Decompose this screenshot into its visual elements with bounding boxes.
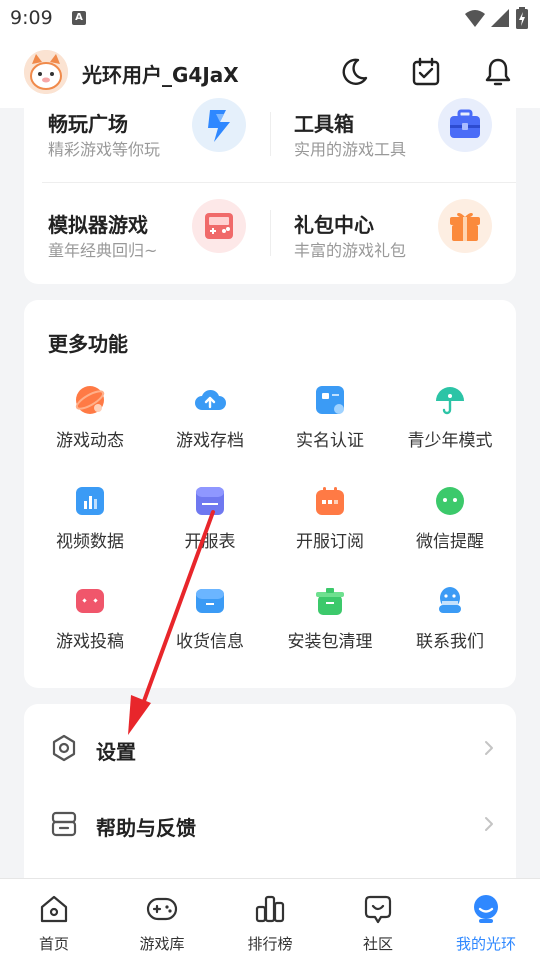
help-icon: [51, 811, 77, 837]
feature-label: 青少年模式: [407, 431, 493, 451]
feature-label: 开服表: [184, 532, 236, 552]
moon-icon[interactable]: [338, 56, 370, 88]
feature-teen-mode[interactable]: 青少年模式: [390, 384, 510, 464]
chevron-right-icon: [485, 817, 493, 831]
feature-label: 游戏投稿: [56, 632, 124, 652]
gamepad-icon: [76, 589, 104, 613]
help-feedback-row[interactable]: 帮助与反馈: [24, 786, 516, 862]
tab-label: 我的光环: [455, 935, 516, 953]
feature-label: 收货信息: [176, 632, 244, 652]
community-icon: [364, 895, 392, 924]
feature-label: 视频数据: [56, 532, 124, 552]
settings-label: 设置: [96, 740, 136, 764]
tool-gift-center[interactable]: 礼包中心 丰富的游戏礼包: [294, 199, 514, 289]
feature-label: 游戏动态: [56, 431, 124, 451]
schedule-icon: [196, 487, 224, 515]
umbrella-icon: [436, 387, 464, 415]
tool-title: 工具箱: [294, 112, 354, 136]
tab-label: 社区: [362, 935, 393, 953]
gamepad-outline-icon: [146, 897, 178, 921]
username[interactable]: 光环用户_G4JaX: [82, 59, 239, 88]
bar-chart-icon: [76, 487, 104, 515]
lightning-icon: [192, 98, 246, 152]
gift-icon: [438, 199, 492, 253]
signal-icon: [491, 9, 509, 27]
divider: [270, 112, 271, 156]
tool-title: 模拟器游戏: [48, 213, 148, 237]
notification-a-icon: A: [72, 11, 86, 25]
tab-home[interactable]: 首页: [0, 879, 108, 960]
feature-wechat-reminder[interactable]: 微信提醒: [390, 485, 510, 565]
feature-label: 安装包清理: [287, 632, 373, 652]
tab-community[interactable]: 社区: [324, 879, 432, 960]
feature-label: 开服订阅: [296, 532, 364, 552]
bottom-tab-bar: 首页 游戏库 排行榜 社区 我的光环: [0, 878, 540, 960]
tool-subtitle: 丰富的游戏礼包: [294, 241, 407, 260]
tool-play-square[interactable]: 畅玩广场 精彩游戏等你玩: [48, 98, 268, 188]
feature-game-news[interactable]: 游戏动态: [30, 384, 150, 464]
gameboy-icon: [192, 199, 246, 253]
feature-label: 微信提醒: [416, 532, 484, 552]
feature-shipping-info[interactable]: 收货信息: [150, 585, 270, 665]
feature-game-submission[interactable]: 游戏投稿: [30, 585, 150, 665]
feature-game-saves[interactable]: 游戏存档: [150, 384, 270, 464]
feature-server-subscribe[interactable]: 开服订阅: [270, 485, 390, 565]
divider: [42, 182, 516, 183]
cloud-upload-icon: [195, 389, 226, 410]
feature-package-cleanup[interactable]: 安装包清理: [270, 585, 390, 665]
cat-avatar-icon: [24, 50, 68, 94]
status-time: 9:09: [10, 7, 53, 29]
more-features-card: 更多功能 游戏动态 游戏存档 实名认证 青少年模式 视频数据 开服表 开服订阅 …: [24, 300, 516, 688]
tab-my-halo[interactable]: 我的光环: [432, 879, 540, 960]
tool-subtitle: 实用的游戏工具: [294, 140, 407, 159]
calendar-check-icon[interactable]: [410, 56, 442, 88]
feature-video-data[interactable]: 视频数据: [30, 485, 150, 565]
tool-emulator-games[interactable]: 模拟器游戏 童年经典回归~: [48, 199, 268, 289]
tool-title: 畅玩广场: [48, 112, 128, 136]
avatar[interactable]: [24, 50, 68, 94]
tools-card: 畅玩广场 精彩游戏等你玩 工具箱 实用的游戏工具 模拟器游戏 童年经典回归~ 礼…: [24, 98, 516, 284]
chevron-right-icon: [485, 741, 493, 755]
feature-label: 联系我们: [416, 632, 484, 652]
tab-label: 首页: [38, 935, 69, 953]
tool-subtitle: 精彩游戏等你玩: [48, 140, 161, 159]
toolbox-icon: [438, 98, 492, 152]
tool-toolbox[interactable]: 工具箱 实用的游戏工具: [294, 98, 514, 188]
feature-label: 游戏存档: [176, 431, 244, 451]
settings-icon: [52, 734, 76, 762]
calendar-icon: [316, 487, 344, 515]
feature-server-schedule[interactable]: 开服表: [150, 485, 270, 565]
tab-label: 排行榜: [247, 935, 293, 953]
planet-icon: [75, 386, 105, 414]
tab-game-library[interactable]: 游戏库: [108, 879, 216, 960]
trash-icon: [316, 588, 344, 615]
wechat-icon: [436, 487, 464, 515]
settings-row[interactable]: 设置: [24, 710, 516, 786]
divider: [270, 210, 271, 256]
tool-subtitle: 童年经典回归~: [48, 241, 158, 260]
feature-label: 实名认证: [296, 431, 364, 451]
profile-icon: [474, 895, 498, 923]
feature-contact-us[interactable]: 联系我们: [390, 585, 510, 665]
tab-rankings[interactable]: 排行榜: [216, 879, 324, 960]
home-icon: [40, 895, 68, 923]
tool-title: 礼包中心: [294, 213, 374, 237]
id-card-icon: [316, 386, 344, 414]
status-bar: 9:09 A: [0, 0, 540, 36]
section-title: 更多功能: [48, 332, 128, 356]
battery-icon: [516, 7, 528, 29]
ranking-icon: [255, 895, 285, 923]
feature-real-name-auth[interactable]: 实名认证: [270, 384, 390, 464]
settings-card: 设置 帮助与反馈: [24, 704, 516, 894]
box-icon: [196, 589, 224, 613]
help-feedback-label: 帮助与反馈: [96, 816, 196, 840]
tab-label: 游戏库: [139, 935, 185, 953]
bell-icon[interactable]: [482, 56, 514, 88]
wifi-icon: [465, 10, 485, 27]
qq-icon: [439, 587, 461, 613]
